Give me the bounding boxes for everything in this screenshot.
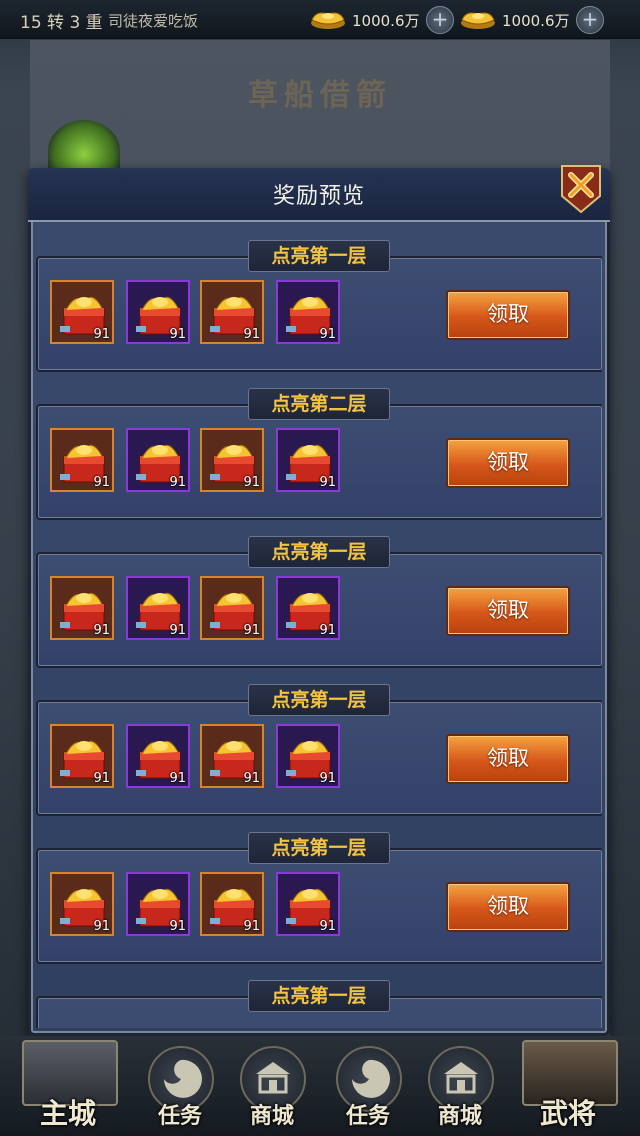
reward-item[interactable]: 91 [50,724,114,788]
reward-row: 点亮第一层 91 91 91 91 领取 [36,536,602,668]
item-count: 91 [319,623,336,638]
reward-row: 点亮第二层 91 91 91 91 领取 [36,388,602,520]
item-count: 91 [93,919,110,934]
item-count: 91 [319,327,336,342]
reward-row-label: 点亮第一层 [248,240,390,272]
reward-item[interactable]: 91 [276,428,340,492]
item-count: 91 [243,623,260,638]
reward-row: 点亮第一层 91 91 91 91 领取 [36,832,602,964]
top-bar: 15 转 3 重 司徒夜爱吃饭 1000.6万 + 1000.6万 + [0,0,640,39]
currency-2-amount: 1000.6万 [502,12,570,30]
reward-item[interactable]: 91 [50,280,114,344]
nav-task-2[interactable]: 任务 [336,1046,402,1136]
reward-item[interactable]: 91 [126,724,190,788]
nav-shop-1-label: 商城 [250,1104,295,1129]
item-count: 91 [243,771,260,786]
claim-button[interactable]: 领取 [446,290,570,340]
gold-ingot-icon [311,12,345,29]
reward-item[interactable]: 91 [50,872,114,936]
nav-task-2-label: 任务 [346,1104,391,1129]
claim-button[interactable]: 领取 [446,882,570,932]
close-icon[interactable] [556,162,606,214]
item-count: 91 [169,475,186,490]
modal-header: 奖励预览 [28,168,610,222]
reward-preview-modal: 奖励预览 点亮第一层 91 91 91 91 领取 点亮第二层 91 91 91… [28,165,610,1036]
reward-row: 点亮第一层 91 91 91 91 领取 [36,240,602,372]
claim-button[interactable]: 领取 [446,734,570,784]
reward-item[interactable]: 91 [276,576,340,640]
reward-item[interactable]: 91 [200,872,264,936]
item-count: 91 [243,475,260,490]
reward-row-label: 点亮第一层 [248,832,390,864]
item-count: 91 [243,327,260,342]
player-name: 司徒夜爱吃饭 [108,12,199,30]
item-count: 91 [93,771,110,786]
reward-list[interactable]: 点亮第一层 91 91 91 91 领取 点亮第二层 91 91 91 91 领… [36,228,602,1028]
nav-task-1-label: 任务 [158,1104,203,1129]
reward-item[interactable]: 91 [200,428,264,492]
claim-button[interactable]: 领取 [446,438,570,488]
page-title: 草船借箭 [248,78,392,113]
reward-row-label: 点亮第一层 [248,684,390,716]
nav-shop-2-label: 商城 [438,1104,483,1129]
gold-ingot-icon [461,12,495,29]
plus-icon[interactable]: + [426,6,454,34]
reward-item[interactable]: 91 [50,576,114,640]
reward-row-label: 点亮第二层 [248,388,390,420]
nav-shop-1[interactable]: 商城 [240,1046,306,1136]
item-count: 91 [169,771,186,786]
reward-item[interactable]: 91 [276,872,340,936]
reward-item[interactable]: 91 [276,724,340,788]
reward-item[interactable]: 91 [50,428,114,492]
item-count: 91 [93,475,110,490]
item-count: 91 [93,623,110,638]
item-count: 91 [319,919,336,934]
nav-shop-2[interactable]: 商城 [428,1046,494,1136]
reward-item[interactable]: 91 [126,428,190,492]
reward-item[interactable]: 91 [276,280,340,344]
reward-row: 点亮第一层 91 91 91 91 领取 [36,684,602,816]
reward-row-label: 点亮第一层 [248,536,390,568]
currency-1-amount: 1000.6万 [352,12,420,30]
nav-home-label: 主城 [40,1097,97,1130]
reward-item[interactable]: 91 [126,872,190,936]
item-count: 91 [319,475,336,490]
reward-row: 点亮第一层 [36,980,602,1028]
reward-item[interactable]: 91 [200,576,264,640]
reward-item[interactable]: 91 [200,280,264,344]
plus-icon[interactable]: + [576,6,604,34]
item-count: 91 [319,771,336,786]
player-rank: 15 转 3 重 [20,13,103,33]
nav-task-1[interactable]: 任务 [148,1046,214,1136]
nav-generals[interactable]: 武将 [518,1036,618,1136]
reward-item[interactable]: 91 [126,280,190,344]
item-count: 91 [169,327,186,342]
item-count: 91 [93,327,110,342]
modal-title: 奖励预览 [272,184,365,209]
item-count: 91 [169,623,186,638]
reward-item[interactable]: 91 [200,724,264,788]
bottom-nav: 主城 任务 商城 任务 商城 武将 [0,1036,640,1136]
nav-generals-label: 武将 [540,1097,597,1130]
nav-home[interactable]: 主城 [18,1036,118,1136]
reward-item[interactable]: 91 [126,576,190,640]
item-count: 91 [243,919,260,934]
claim-button[interactable]: 领取 [446,586,570,636]
reward-row-label: 点亮第一层 [248,980,390,1012]
item-count: 91 [169,919,186,934]
